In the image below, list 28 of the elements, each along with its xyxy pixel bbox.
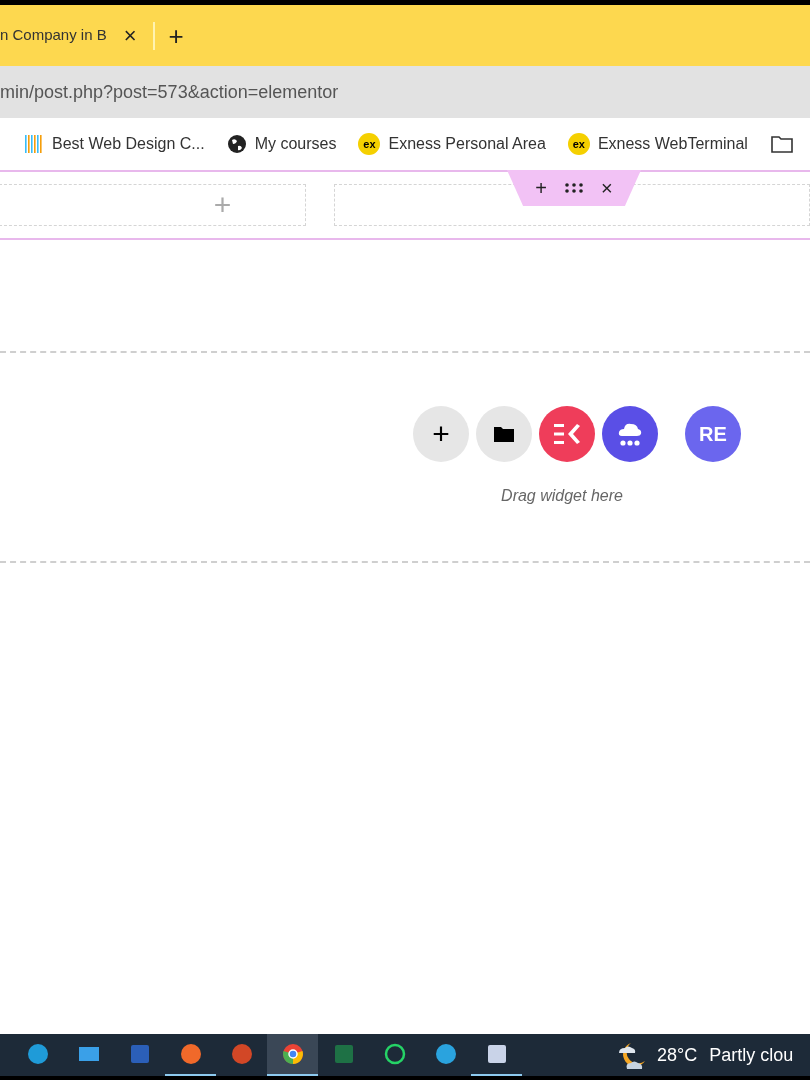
close-tab-button[interactable]: × — [123, 24, 137, 47]
drop-hint: Drag widget here — [501, 486, 623, 506]
taskbar-app[interactable] — [267, 1034, 318, 1076]
globe-icon — [226, 134, 247, 154]
plugin-button[interactable] — [539, 406, 595, 462]
folder-icon — [493, 425, 515, 443]
exness-badge-icon: ex — [358, 133, 381, 155]
weather-text: Partly clou — [709, 1043, 794, 1067]
bookmark[interactable]: ex Exness WebTerminal — [567, 132, 748, 156]
url-text: min/post.php?post=573&action=elementor — [0, 80, 339, 104]
tab-title[interactable]: n Company in B — [0, 24, 107, 47]
folder-icon[interactable] — [769, 134, 794, 154]
logo-icon — [553, 423, 581, 445]
add-button[interactable]: + — [413, 406, 469, 462]
new-tab-button[interactable]: + — [168, 22, 184, 49]
bookmark[interactable]: ex Exness Personal Area — [358, 132, 546, 156]
temperature: 28°C — [657, 1043, 698, 1067]
exness-badge-icon: ex — [567, 133, 590, 155]
bookmark[interactable]: My courses — [226, 132, 337, 156]
add-section-button[interactable]: + — [535, 178, 547, 198]
cloud-button[interactable] — [602, 406, 658, 462]
bookmark[interactable]: Best Web Design C... — [24, 132, 205, 156]
delete-section-button[interactable]: × — [601, 178, 613, 198]
drag-handle-icon[interactable] — [565, 183, 583, 193]
bars-icon — [24, 134, 44, 154]
address-bar[interactable]: min/post.php?post=573&action=elementor — [0, 66, 810, 118]
re-button[interactable]: RE — [685, 406, 741, 462]
template-button[interactable] — [476, 406, 532, 462]
